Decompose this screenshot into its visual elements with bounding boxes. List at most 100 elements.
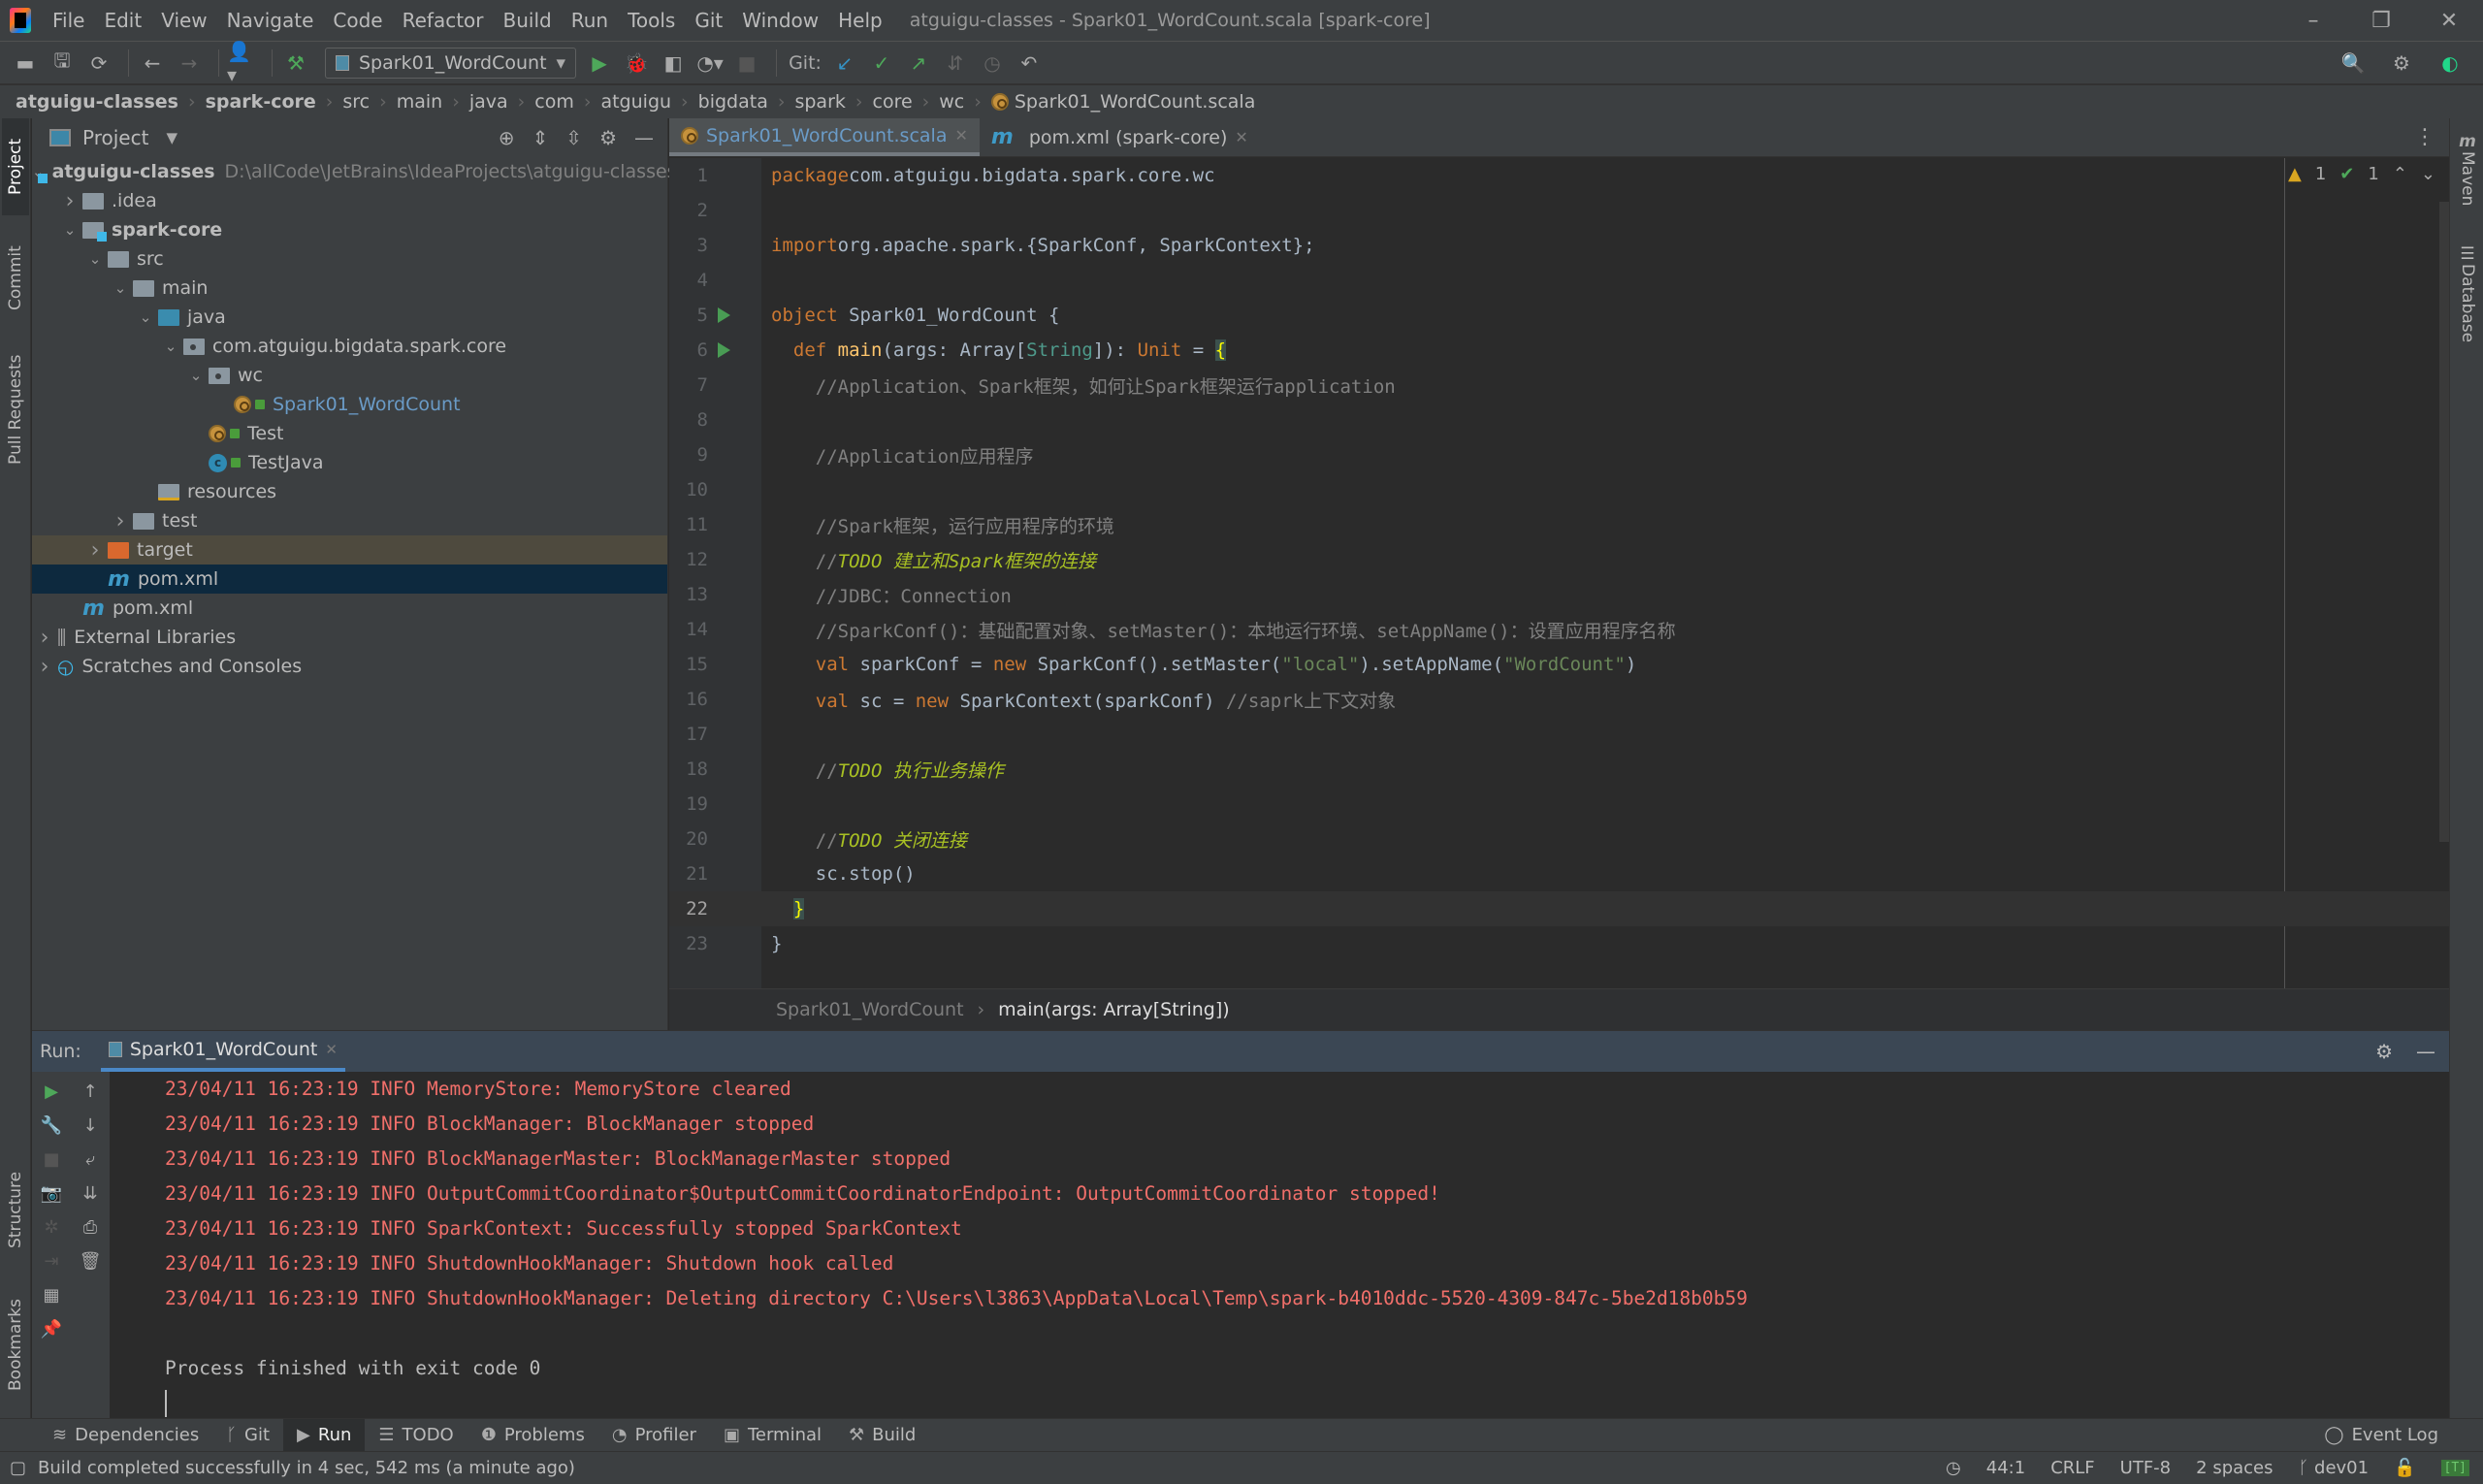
code-line[interactable]: 10 [669, 472, 2449, 507]
rerun-icon[interactable]: ▶ [45, 1081, 58, 1102]
debug-settings-icon[interactable]: ✲ [44, 1217, 58, 1238]
wrench-icon[interactable]: 🔧 [41, 1115, 62, 1136]
breadcrumb-item[interactable]: spark-core [206, 91, 316, 113]
caret-position[interactable]: 44:1 [1986, 1458, 2025, 1478]
menu-build[interactable]: Build [494, 9, 562, 32]
git-push-icon[interactable]: ↗ [903, 48, 934, 79]
menu-code[interactable]: Code [323, 9, 392, 32]
file-encoding[interactable]: UTF-8 [2120, 1458, 2171, 1478]
tool-tab-bookmarks[interactable]: Bookmarks [2, 1282, 29, 1408]
readonly-lock-icon[interactable]: 🔓 [2394, 1458, 2415, 1478]
breadcrumb-item[interactable]: src [342, 91, 370, 113]
tab-pom-xml[interactable]: m pom.xml (spark-core) ✕ [980, 118, 1260, 156]
hide-panel-icon[interactable]: — [2416, 1040, 2435, 1063]
tree-item[interactable]: c TestJava [32, 448, 667, 477]
code-line[interactable]: 23} [669, 926, 2449, 961]
typo-badge[interactable]: [T] [2440, 1460, 2469, 1476]
breadcrumb-item[interactable]: core [873, 91, 913, 113]
code-line[interactable]: 9 //Application应用程序 [669, 437, 2449, 472]
console-output[interactable]: 23/04/11 16:23:19 INFO MemoryStore: Memo… [144, 1072, 2403, 1419]
exit-icon[interactable]: ⇥ [44, 1251, 58, 1272]
scroll-to-end-icon[interactable]: ⇊ [82, 1183, 97, 1204]
tool-window-tab-run[interactable]: ▶ Run [283, 1418, 366, 1452]
tool-tab-maven[interactable]: m Maven [2454, 132, 2481, 239]
toggle-tool-windows-icon[interactable]: ▢ [10, 1458, 26, 1478]
tree-item[interactable]: Spark01_WordCount [32, 390, 667, 419]
breadcrumb-item[interactable]: spark [794, 91, 845, 113]
close-tab-icon[interactable]: ✕ [954, 126, 967, 145]
git-update-icon[interactable]: ↙ [829, 48, 860, 79]
save-icon[interactable]: 🖫 [47, 48, 78, 79]
inspection-widget[interactable]: ▲ 1 ✔ 1 ⌃ ⌄ [2288, 164, 2435, 184]
breadcrumb-item[interactable]: wc [939, 91, 964, 113]
menu-file[interactable]: File [43, 9, 94, 32]
chevron-right-icon[interactable]: › [108, 509, 133, 533]
pin-icon[interactable]: 📌 [41, 1319, 62, 1339]
breadcrumb-item[interactable]: bigdata [698, 91, 768, 113]
memory-indicator-icon[interactable]: ◷ [1946, 1458, 1961, 1478]
code-line[interactable]: 14 //SparkConf()：基础配置对象、setMaster()：本地运行… [669, 612, 2449, 647]
code-line[interactable]: 1 packagecom.atguigu.bigdata.spark.core.w… [669, 158, 2449, 193]
breadcrumb-object[interactable]: Spark01_WordCount [776, 999, 964, 1020]
menu-refactor[interactable]: Refactor [393, 9, 494, 32]
tool-tab-project[interactable]: Project [2, 118, 29, 215]
code-line[interactable]: 21 sc.stop() [669, 856, 2449, 891]
editor-scrollbar[interactable] [2439, 202, 2449, 842]
menu-view[interactable]: View [151, 9, 216, 32]
code-line[interactable]: 7 //Application、Spark框架，如何让Spark框架运行appl… [669, 368, 2449, 403]
tool-tab-pull-requests[interactable]: Pull Requests [2, 341, 29, 477]
tree-item[interactable]: ⌄ java [32, 303, 667, 332]
breadcrumb-item[interactable]: atguigu [600, 91, 671, 113]
code-line[interactable]: 16 val sc = new SparkContext(sparkConf) … [669, 682, 2449, 717]
code-line[interactable]: 15 val sparkConf = new SparkConf().setMa… [669, 647, 2449, 682]
menu-tools[interactable]: Tools [618, 9, 685, 32]
restore-button[interactable]: ❐ [2347, 9, 2415, 33]
stop-icon[interactable]: ■ [731, 48, 762, 79]
collapse-all-icon[interactable]: ⇳ [565, 126, 582, 149]
code-line[interactable]: 8 [669, 403, 2449, 437]
chevron-down-icon[interactable]: ⌄ [183, 367, 209, 384]
run-gutter-icon[interactable] [718, 342, 730, 358]
chevron-down-icon[interactable]: ▼ [166, 129, 177, 146]
breadcrumb-item[interactable]: Spark01_WordCount.scala [1015, 91, 1255, 113]
breadcrumb-item[interactable]: main [397, 91, 442, 113]
git-branch[interactable]: ᚴ dev01 [2299, 1458, 2370, 1478]
tool-window-tab-dependencies[interactable]: ≋ Dependencies [39, 1419, 212, 1452]
tool-window-tab-build[interactable]: ⚒ Build [835, 1419, 929, 1452]
close-tab-icon[interactable]: ✕ [325, 1041, 338, 1058]
project-view-select[interactable]: Project [82, 126, 148, 149]
git-history-icon[interactable]: ◷ [977, 48, 1008, 79]
trash-icon[interactable]: 🗑 [80, 1251, 102, 1272]
git-commit-icon[interactable]: ✓ [866, 48, 897, 79]
more-options-icon[interactable]: ⋮ [2401, 118, 2449, 156]
previous-highlight-icon[interactable]: ⌃ [2393, 164, 2407, 184]
search-icon[interactable]: 🔍 [2338, 48, 2369, 79]
code-line[interactable]: 6 def main(args: Array[String]): Unit = … [669, 333, 2449, 368]
menu-git[interactable]: Git [685, 9, 732, 32]
menu-run[interactable]: Run [562, 9, 618, 32]
code-line[interactable]: 22 } [669, 891, 2449, 926]
forward-icon[interactable]: → [174, 48, 205, 79]
camera-icon[interactable]: 📷 [41, 1183, 62, 1204]
menu-help[interactable]: Help [828, 9, 892, 32]
tree-item[interactable]: Test [32, 419, 667, 448]
code-line[interactable]: 17 [669, 717, 2449, 752]
menu-window[interactable]: Window [732, 9, 828, 32]
code-line[interactable]: 12 //TODO 建立和Spark框架的连接 [669, 542, 2449, 577]
breadcrumb-item[interactable]: atguigu-classes [16, 91, 178, 113]
code-line[interactable]: 5 object Spark01_WordCount { [669, 298, 2449, 333]
tree-item[interactable]: ⌄ wc [32, 361, 667, 390]
code-line[interactable]: 13 //JDBC：Connection [669, 577, 2449, 612]
chevron-down-icon[interactable]: ⌄ [133, 308, 158, 326]
chevron-right-icon[interactable]: › [32, 626, 57, 650]
event-log-button[interactable]: ◯ Event Log [2324, 1425, 2483, 1445]
tree-item[interactable]: ⌄ spark-core [32, 215, 667, 244]
breadcrumb-item[interactable]: java [469, 91, 508, 113]
settings-icon[interactable]: ⚙ [2386, 48, 2417, 79]
open-folder-icon[interactable]: ▬ [10, 48, 41, 79]
code-area[interactable]: 1 packagecom.atguigu.bigdata.spark.core.w… [669, 158, 2449, 988]
back-icon[interactable]: ← [137, 48, 168, 79]
menu-edit[interactable]: Edit [94, 9, 151, 32]
minimize-button[interactable]: – [2279, 9, 2347, 33]
chevron-down-icon[interactable]: ⌄ [158, 338, 183, 355]
